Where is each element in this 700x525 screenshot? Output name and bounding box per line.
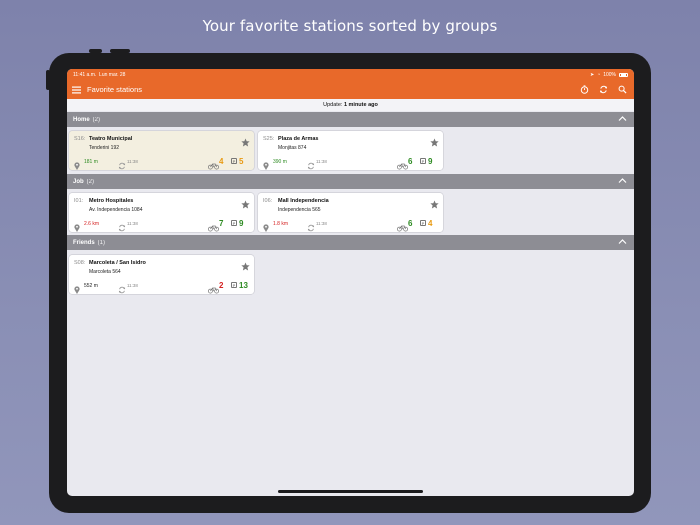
group-header-job[interactable]: Job (2) [67, 174, 634, 189]
group-count: (2) [86, 178, 95, 185]
star-icon[interactable] [430, 196, 439, 214]
group-name: Job [73, 178, 84, 185]
status-bar: 11:41 a.m. Lun mar. 28 ➤ ◔ 100% [67, 69, 634, 80]
station-address: Independencia 565 [278, 207, 321, 213]
update-banner: Update: 1 minute ago [67, 99, 634, 111]
search-icon[interactable] [615, 83, 629, 97]
update-label: Update: [323, 102, 343, 108]
station-time: 11:38 [316, 221, 327, 226]
location-icon: ➤ [589, 71, 595, 78]
pin-icon [263, 157, 269, 175]
parking-icon: P [231, 220, 237, 226]
station-card[interactable]: I06: Mall Independencia Independencia 56… [258, 193, 443, 232]
station-name: Metro Hospitales [89, 198, 134, 204]
chevron-up-icon[interactable] [618, 177, 627, 186]
chevron-up-icon[interactable] [618, 115, 627, 124]
battery-icon [619, 72, 628, 77]
station-card[interactable]: S16: Teatro Municipal Tenderini 192 181 … [69, 131, 254, 170]
docks-available: 9 [239, 219, 244, 228]
group-count: (1) [97, 239, 106, 246]
star-icon[interactable] [430, 134, 439, 152]
bike-icon [207, 157, 219, 175]
bikes-available: 7 [219, 219, 224, 228]
station-code: S16: [74, 136, 86, 142]
parking-icon: P [420, 158, 426, 164]
pin-icon [74, 281, 80, 299]
group-count: (2) [92, 116, 101, 123]
station-address: Marcoleta 564 [89, 269, 121, 275]
docks-available: 13 [239, 281, 248, 290]
bikes-available: 6 [408, 219, 413, 228]
station-distance: 390 m [273, 159, 287, 165]
group-header-friends[interactable]: Friends (1) [67, 235, 634, 250]
station-code: S08: [74, 260, 86, 266]
parking-icon: P [231, 158, 237, 164]
bike-icon [396, 157, 408, 175]
parking-icon: P [231, 282, 237, 288]
docks-available: 9 [428, 157, 433, 166]
station-time: 11:38 [127, 221, 138, 226]
chevron-up-icon[interactable] [618, 238, 627, 247]
volume-button [89, 49, 102, 53]
sync-icon [307, 157, 315, 175]
page-title: Favorite stations [87, 85, 143, 94]
station-address: Monjitas 874 [278, 145, 307, 151]
station-code: I01: [74, 198, 84, 204]
station-card[interactable]: S25: Plaza de Armas Monjitas 874 390 m 1… [258, 131, 443, 170]
update-value: 1 minute ago [343, 102, 378, 108]
group-name: Home [73, 116, 90, 123]
parking-icon: P [420, 220, 426, 226]
star-icon[interactable] [241, 258, 250, 276]
sync-icon [118, 281, 126, 299]
group-name: Friends [73, 239, 95, 246]
bike-icon [207, 281, 219, 299]
sync-icon [118, 157, 126, 175]
station-time: 11:38 [127, 283, 138, 288]
volume-button [110, 49, 130, 53]
station-code: I06: [263, 198, 273, 204]
station-time: 11:38 [127, 159, 138, 164]
timer-icon[interactable] [577, 83, 591, 97]
station-distance: 552 m [84, 283, 98, 289]
refresh-icon[interactable] [596, 83, 610, 97]
bikes-available: 6 [408, 157, 413, 166]
star-icon[interactable] [241, 196, 250, 214]
station-card[interactable]: S08: Marcoleta / San Isidro Marcoleta 56… [69, 255, 254, 294]
station-code: S25: [263, 136, 275, 142]
station-time: 11:38 [316, 159, 327, 164]
menu-icon[interactable] [72, 81, 81, 99]
home-indicator[interactable] [278, 490, 423, 493]
pin-icon [74, 157, 80, 175]
group-header-home[interactable]: Home (2) [67, 112, 634, 127]
station-distance: 181 m [84, 159, 98, 165]
wifi-icon: ◔ [597, 71, 601, 78]
station-distance: 1.8 km [273, 221, 289, 227]
station-name: Mall Independencia [278, 198, 329, 204]
docks-available: 5 [239, 157, 244, 166]
docks-available: 4 [428, 219, 433, 228]
station-address: Tenderini 192 [89, 145, 120, 151]
battery-percent: 100% [603, 71, 616, 78]
star-icon[interactable] [241, 134, 250, 152]
status-date: Lun mar. 28 [99, 71, 126, 78]
station-card[interactable]: I01: Metro Hospitales Av. Independencia … [69, 193, 254, 232]
bikes-available: 4 [219, 157, 224, 166]
app-screen: 11:41 a.m. Lun mar. 28 ➤ ◔ 100% Favorite… [67, 69, 634, 496]
station-address: Av. Independencia 1084 [89, 207, 143, 213]
station-name: Plaza de Armas [278, 136, 319, 142]
power-button [46, 70, 50, 90]
station-name: Teatro Municipal [89, 136, 133, 142]
promo-headline: Your favorite stations sorted by groups [202, 17, 498, 35]
status-time: 11:41 a.m. [73, 71, 97, 78]
station-distance: 2.6 km [84, 221, 100, 227]
bikes-available: 2 [219, 281, 224, 290]
app-bar: Favorite stations [67, 80, 634, 99]
station-name: Marcoleta / San Isidro [89, 260, 146, 266]
